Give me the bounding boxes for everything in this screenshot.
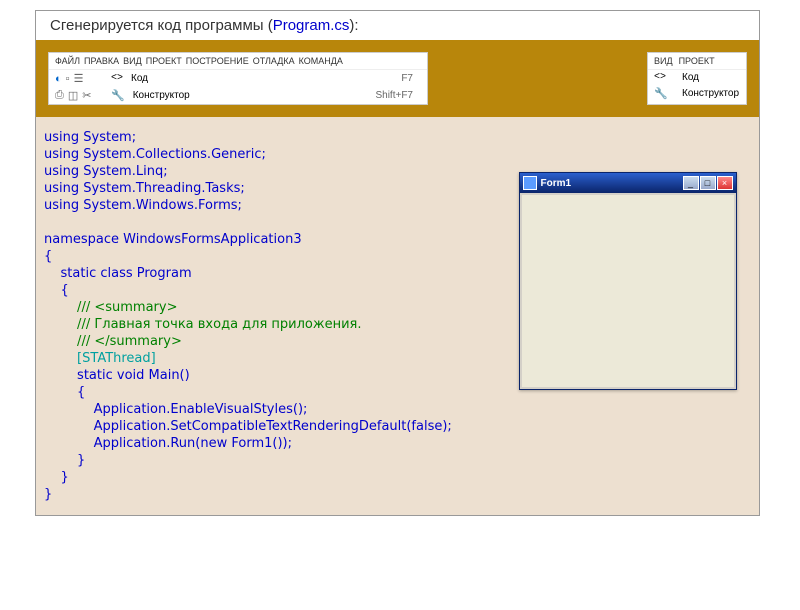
summary-open: /// <summary> xyxy=(44,300,177,315)
menu-edit[interactable]: ПРАВКА xyxy=(84,56,119,66)
form1-titlebar[interactable]: Form1 _ □ × xyxy=(520,173,736,193)
app-call-1: Application.EnableVisualStyles(); xyxy=(44,402,307,417)
brace: } xyxy=(44,453,85,468)
form1-window-icon xyxy=(523,176,537,190)
namespace: namespace WindowsFormsApplication3 xyxy=(44,232,302,247)
menu-view-r[interactable]: ВИД xyxy=(654,56,673,66)
submenu-designer-r[interactable]: 🔧 Конструктор xyxy=(648,85,746,102)
menu-build[interactable]: ПОСТРОЕНИЕ xyxy=(186,56,249,66)
form1-body[interactable] xyxy=(520,193,736,389)
toolbar-left: ФАЙЛ ПРАВКА ВИД ПРОЕКТ ПОСТРОЕНИЕ ОТЛАДК… xyxy=(48,52,428,105)
menu-row-left: ФАЙЛ ПРАВКА ВИД ПРОЕКТ ПОСТРОЕНИЕ ОТЛАДК… xyxy=(49,53,427,70)
using-2: using System.Linq; xyxy=(44,164,168,179)
nav-list-icon[interactable]: ☰ xyxy=(74,72,84,85)
form1-window[interactable]: Form1 _ □ × xyxy=(519,172,737,390)
submenu-designer[interactable]: ⎙ ◫ ✂ 🔧 Конструктор Shift+F7 xyxy=(49,87,427,104)
summary-close: /// </summary> xyxy=(44,334,182,349)
form1-title: Form1 xyxy=(541,178,683,189)
title-suffix: ): xyxy=(349,17,358,34)
nav-separator-icon: ▫ xyxy=(66,73,70,85)
page-title: Сгенерируется код программы (Program.cs)… xyxy=(36,11,759,40)
using-0: using System; xyxy=(44,130,136,145)
brace: { xyxy=(44,249,52,264)
code-panel: using System; using System.Collections.G… xyxy=(36,117,496,515)
content-area: using System; using System.Collections.G… xyxy=(36,117,759,515)
tool-icon-1[interactable]: ⎙ xyxy=(55,89,64,102)
main-line: static void Main() xyxy=(44,368,190,383)
using-1: using System.Collections.Generic; xyxy=(44,147,266,162)
submenu-code-label: Код xyxy=(131,73,393,84)
maximize-button[interactable]: □ xyxy=(700,176,716,190)
menu-debug[interactable]: ОТЛАДКА xyxy=(253,56,295,66)
menu-project-r[interactable]: ПРОЕКТ xyxy=(679,56,715,66)
menu-view[interactable]: ВИД xyxy=(123,56,142,66)
preview-panel: Form1 _ □ × xyxy=(496,117,759,515)
app-call-3: Application.Run(new Form1()); xyxy=(44,436,292,451)
brace: } xyxy=(44,487,52,502)
nav-back-icon[interactable]: ◐ xyxy=(55,73,62,85)
designer-icon: 🔧 xyxy=(111,89,125,102)
menu-project[interactable]: ПРОЕКТ xyxy=(146,56,182,66)
submenu-code[interactable]: ◐ ▫ ☰ <> Код F7 xyxy=(49,70,427,87)
title-filename: Program.cs xyxy=(273,17,350,34)
title-prefix: Сгенерируется код программы ( xyxy=(50,17,273,34)
brace: { xyxy=(44,283,69,298)
app-call-2: Application.SetCompatibleTextRenderingDe… xyxy=(44,419,452,434)
submenu-code-label-r: Код xyxy=(682,72,740,83)
menu-file[interactable]: ФАЙЛ xyxy=(55,56,80,66)
brace: } xyxy=(44,470,69,485)
summary-body: /// Главная точка входа для приложения. xyxy=(44,317,362,332)
code-block: using System; using System.Collections.G… xyxy=(44,129,488,503)
tool-icon-3[interactable]: ✂ xyxy=(82,89,91,102)
code-icon-r: <> xyxy=(654,72,666,83)
minimize-button[interactable]: _ xyxy=(683,176,699,190)
menu-row-right: ВИД ПРОЕКТ xyxy=(648,53,746,70)
using-3: using System.Threading.Tasks; xyxy=(44,181,245,196)
designer-icon-r: 🔧 xyxy=(654,87,668,100)
close-button[interactable]: × xyxy=(717,176,733,190)
tool-icon-2[interactable]: ◫ xyxy=(68,89,78,102)
submenu-code-r[interactable]: <> Код xyxy=(648,70,746,85)
submenu-designer-label: Конструктор xyxy=(133,90,368,101)
submenu-code-shortcut: F7 xyxy=(401,73,421,84)
menu-team[interactable]: КОМАНДА xyxy=(299,56,343,66)
submenu-designer-label-r: Конструктор xyxy=(682,88,740,99)
brace: { xyxy=(44,385,85,400)
class-line: static class Program xyxy=(44,266,192,281)
submenu-designer-shortcut: Shift+F7 xyxy=(375,90,421,101)
code-icon: <> xyxy=(111,73,123,84)
toolbar-right: ВИД ПРОЕКТ <> Код 🔧 Конструктор xyxy=(647,52,747,105)
ocher-band: ФАЙЛ ПРАВКА ВИД ПРОЕКТ ПОСТРОЕНИЕ ОТЛАДК… xyxy=(36,40,759,117)
using-4: using System.Windows.Forms; xyxy=(44,198,242,213)
attr-line: [STAThread] xyxy=(44,351,156,366)
